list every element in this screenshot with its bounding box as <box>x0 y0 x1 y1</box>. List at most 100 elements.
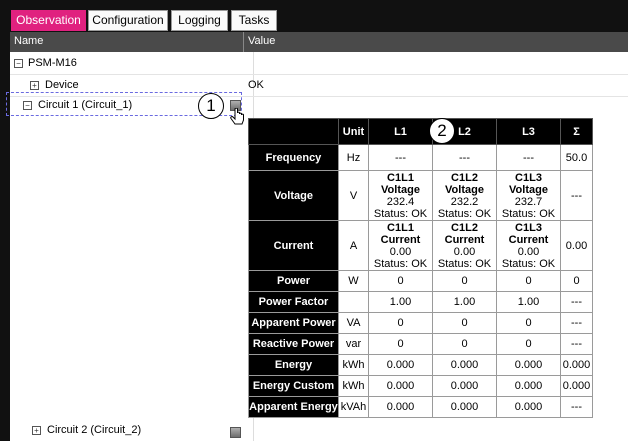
column-header-value[interactable]: Value <box>248 35 275 47</box>
phase-cell-l1: 0 <box>368 270 433 292</box>
circuit-measurement-table: Unit L1 L2 L3 Σ Frequency Hz --- --- --- 50.0… <box>248 118 593 418</box>
sum-cell: 0.000 <box>560 375 593 397</box>
chart-icon[interactable] <box>230 427 241 438</box>
channel-status: Status: OK <box>373 257 428 270</box>
header-l1: L1 <box>368 118 433 145</box>
unit-cell: W <box>338 270 369 292</box>
phase-cell-l2: 0 <box>432 270 497 292</box>
tab-logging[interactable]: Logging <box>171 10 228 31</box>
cell-value: --- <box>395 151 406 164</box>
cell-value: --- <box>523 151 534 164</box>
channel-value: 0.00 <box>453 245 476 258</box>
row-label: Current <box>248 220 339 271</box>
channel-name: C1L3 Voltage <box>509 171 548 196</box>
tree-row-psm-m16[interactable]: − PSM-M16 <box>10 54 628 74</box>
cell-value: 0 <box>397 317 404 329</box>
channel-name: C1L2 Current <box>444 221 485 246</box>
phase-cell-l1: 0.000 <box>368 354 433 376</box>
tree-row-circuit-2[interactable]: + Circuit 2 (Circuit_2) <box>10 420 250 440</box>
table-header-row: Unit L1 L2 L3 Σ <box>248 118 593 145</box>
sum-cell: 50.0 <box>560 144 593 171</box>
channel-status: Status: OK <box>501 207 556 220</box>
phase-cell-l3: --- <box>496 144 561 171</box>
tree-label-psm-m16: PSM-M16 <box>28 57 77 69</box>
channel-name: C1L1 Voltage <box>381 171 420 196</box>
phase-cell-l3: 1.00 <box>496 291 561 313</box>
cell-value: 1.00 <box>517 296 540 308</box>
cell-value: 0 <box>397 275 404 287</box>
sum-cell: 0 <box>560 270 593 292</box>
tab-configuration[interactable]: Configuration <box>88 10 168 31</box>
phase-cell-l2: 0.000 <box>432 396 497 418</box>
row-label: Reactive Power <box>248 333 339 355</box>
phase-cell-l1: 0.000 <box>368 396 433 418</box>
phase-cell-l3: 0.000 <box>496 354 561 376</box>
cell-value: 0 <box>525 338 532 350</box>
phase-cell-l1: C1L1 Voltage 232.4 Status: OK <box>368 170 433 221</box>
tab-tasks[interactable]: Tasks <box>231 10 277 31</box>
table-row: Frequency Hz --- --- --- 50.0 <box>248 144 593 171</box>
tab-observation[interactable]: Observation <box>11 10 86 31</box>
channel-value: 0.00 <box>517 245 540 258</box>
unit-cell: var <box>338 333 369 355</box>
row-label: Power Factor <box>248 291 339 313</box>
cell-value: 0.000 <box>386 359 415 371</box>
expand-icon[interactable]: + <box>30 81 39 90</box>
sum-cell: --- <box>560 170 593 221</box>
cell-value: 0 <box>525 317 532 329</box>
table-row: Apparent Power VA 0 0 0 --- <box>248 312 593 334</box>
sum-cell: --- <box>560 396 593 418</box>
row-label: Apparent Power <box>248 312 339 334</box>
row-label: Power <box>248 270 339 292</box>
table-row: Energy kWh 0.000 0.000 0.000 0.000 <box>248 354 593 376</box>
unit-cell: V <box>338 170 369 221</box>
expand-icon[interactable]: + <box>32 426 41 435</box>
sum-cell: --- <box>560 291 593 313</box>
sum-cell: --- <box>560 312 593 334</box>
channel-name: C1L3 Current <box>508 221 549 246</box>
column-separator[interactable] <box>243 32 244 52</box>
column-header-name[interactable]: Name <box>14 35 43 47</box>
cell-value: 0.000 <box>450 359 479 371</box>
phase-cell-l2: C1L2 Voltage 232.2 Status: OK <box>432 170 497 221</box>
phase-cell-l3: 0 <box>496 270 561 292</box>
channel-status: Status: OK <box>373 207 428 220</box>
phase-cell-l1: --- <box>368 144 433 171</box>
row-label: Apparent Energy <box>248 396 339 418</box>
table-row: Power Factor 1.00 1.00 1.00 --- <box>248 291 593 313</box>
cell-value: 0 <box>461 338 468 350</box>
unit-cell: VA <box>338 312 369 334</box>
hand-cursor-icon <box>230 108 244 125</box>
unit-cell: kVAh <box>338 396 369 418</box>
phase-cell-l2: C1L2 Current 0.00 Status: OK <box>432 220 497 271</box>
phase-cell-l1: 0 <box>368 333 433 355</box>
row-divider <box>10 74 628 75</box>
collapse-icon[interactable]: − <box>14 59 23 68</box>
cell-value: 1.00 <box>389 296 412 308</box>
channel-value: 232.4 <box>386 195 415 208</box>
phase-cell-l1: C1L1 Current 0.00 Status: OK <box>368 220 433 271</box>
cell-value: 0 <box>461 275 468 287</box>
cell-value: 0.000 <box>386 380 415 392</box>
row-label: Voltage <box>248 170 339 221</box>
channel-status: Status: OK <box>501 257 556 270</box>
phase-cell-l1: 1.00 <box>368 291 433 313</box>
unit-cell: A <box>338 220 369 271</box>
row-label: Energy Custom <box>248 375 339 397</box>
phase-cell-l1: 0.000 <box>368 375 433 397</box>
channel-status: Status: OK <box>437 257 492 270</box>
unit-cell: Hz <box>338 144 369 171</box>
channel-value: 232.2 <box>450 195 479 208</box>
phase-cell-l2: 0.000 <box>432 354 497 376</box>
phase-cell-l2: 0 <box>432 312 497 334</box>
row-label: Frequency <box>248 144 339 171</box>
table-row: Apparent Energy kVAh 0.000 0.000 0.000 --- <box>248 396 593 418</box>
cell-value: 0.000 <box>450 380 479 392</box>
tree-label-circuit-2: Circuit 2 (Circuit_2) <box>47 424 142 436</box>
sum-cell: --- <box>560 333 593 355</box>
cell-value: 0 <box>461 317 468 329</box>
phase-cell-l3: C1L3 Current 0.00 Status: OK <box>496 220 561 271</box>
channel-value: 232.7 <box>514 195 543 208</box>
header-l3: L3 <box>496 118 561 145</box>
cell-value: 0.000 <box>450 401 479 413</box>
